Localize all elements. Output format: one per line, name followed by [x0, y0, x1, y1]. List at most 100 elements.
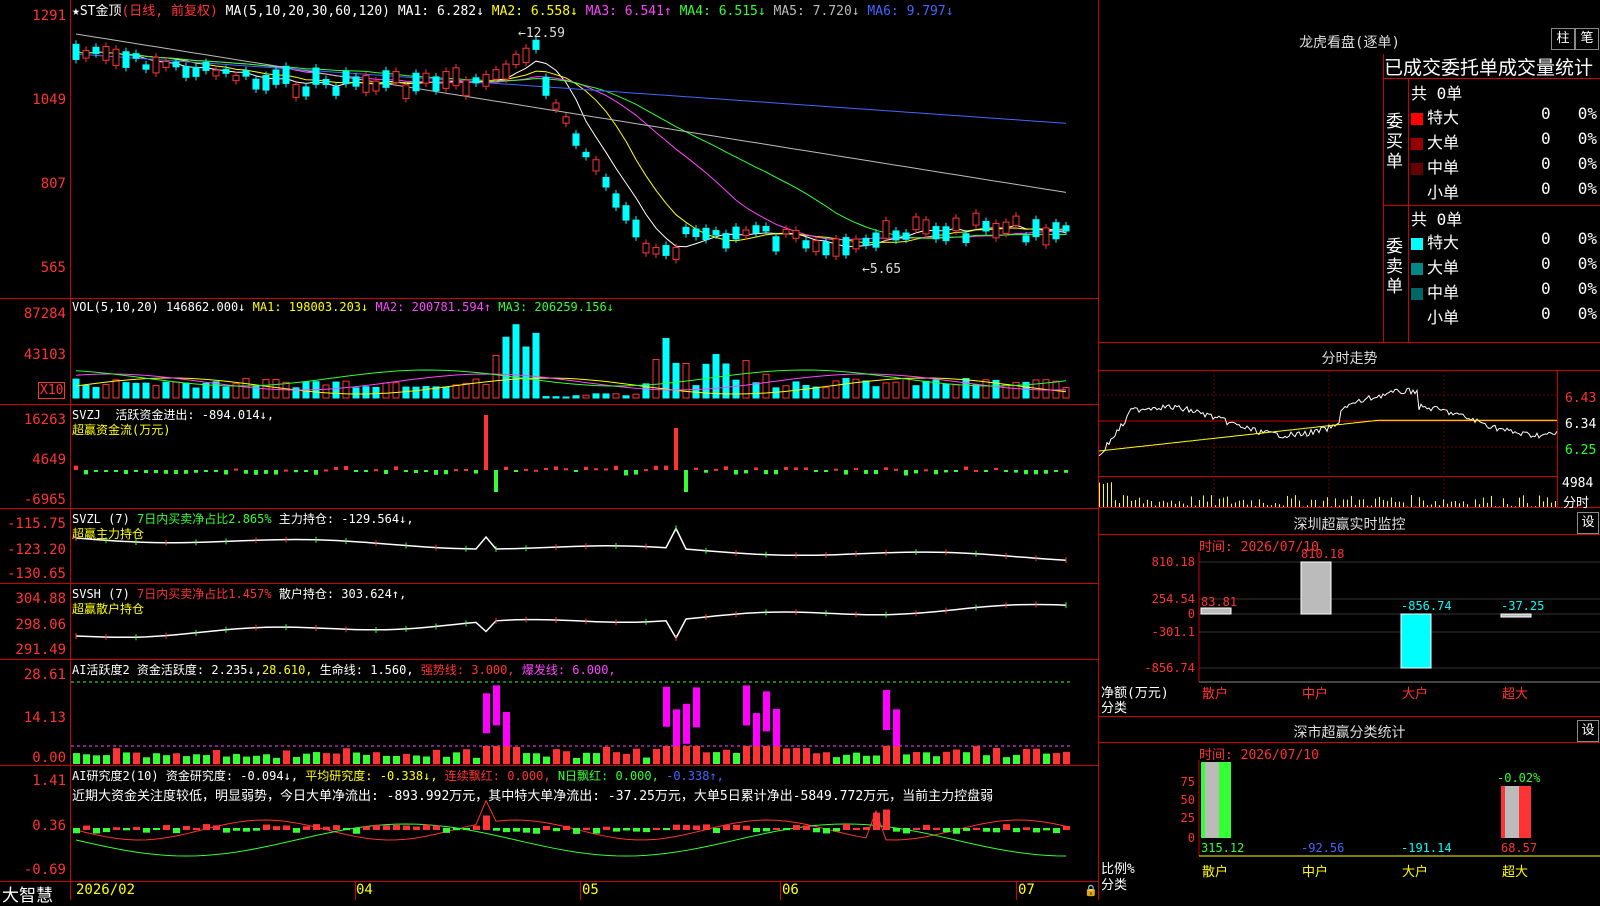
ma-line-3	[76, 52, 1066, 240]
candle-body	[923, 220, 929, 234]
flow-bar	[594, 468, 598, 470]
volume-bar	[533, 333, 539, 398]
flow-bar	[694, 468, 698, 470]
candle-body	[453, 68, 459, 86]
intraday-vol-bar	[1387, 501, 1388, 507]
volume-bar	[383, 383, 389, 398]
vol-unit-badge: X10	[38, 382, 65, 399]
intraday-vol-bar	[1431, 504, 1432, 507]
ai-active-y-tick: 14.13	[0, 710, 66, 726]
flow-bar	[1024, 470, 1028, 474]
candle-body	[693, 229, 699, 237]
active-bar	[703, 752, 710, 764]
lock-icon[interactable]: 🔒	[1084, 884, 1098, 897]
candle-body	[263, 75, 269, 90]
flow-bar	[444, 470, 448, 474]
volume-bar	[273, 380, 279, 398]
candle-body	[773, 237, 779, 251]
research-bar	[143, 828, 150, 833]
intraday-vol-bar	[1367, 506, 1368, 507]
volume-bar	[483, 384, 489, 398]
ai-active-y-tick: 28.61	[0, 667, 66, 683]
candle-body	[213, 70, 219, 76]
flow-bar	[984, 470, 988, 472]
volume-bar	[163, 382, 169, 398]
candle-body	[893, 231, 899, 240]
intraday-vol-bar	[1423, 501, 1424, 507]
flow-bar	[664, 466, 668, 470]
intraday-vol-bar	[1503, 498, 1504, 507]
flow-bar	[1044, 470, 1048, 474]
intraday-vol-bar	[1151, 501, 1152, 507]
tick-mode-button[interactable]: 笔	[1575, 28, 1599, 50]
candle-body	[373, 81, 379, 91]
candle-body	[633, 220, 639, 237]
active-bar	[633, 749, 640, 764]
color-swatch	[1411, 238, 1423, 250]
volume-bar	[103, 385, 109, 398]
row-value: 0	[1541, 104, 1551, 123]
volume-bar	[223, 387, 229, 398]
flow-bar	[834, 469, 838, 471]
candle-body	[683, 227, 689, 233]
ai-research-y-tick: -0.69	[0, 862, 66, 878]
flow-bar	[954, 470, 958, 472]
active-bar	[513, 747, 520, 764]
flow-bar	[324, 469, 328, 471]
research-bar	[1033, 828, 1040, 832]
research-bar	[523, 828, 530, 833]
intraday-vol-bar	[1207, 502, 1208, 507]
svzj-y-tick: 16263	[0, 412, 66, 428]
intraday-vol-bar	[1419, 497, 1420, 507]
flow-bar	[974, 470, 978, 472]
intraday-vol-bar	[1555, 501, 1556, 507]
flow-bar	[734, 470, 738, 475]
active-bar	[453, 752, 460, 764]
volume-bar	[563, 397, 569, 398]
monitor-bar-value: -37.25	[1501, 599, 1544, 613]
brand-label[interactable]: 大智慧	[2, 881, 53, 906]
intraday-vol-bar	[1307, 505, 1308, 507]
active-bar	[853, 753, 860, 764]
candlestick-chart[interactable]	[71, 14, 1097, 296]
sell-total: 共 0单	[1411, 206, 1462, 230]
active-bar	[953, 750, 960, 764]
intraday-vol-bar	[1519, 498, 1520, 507]
volume-bar	[963, 379, 969, 398]
intraday-vol-bar	[1231, 504, 1232, 507]
active-bar	[983, 755, 990, 764]
flow-bar	[634, 470, 638, 475]
monitor-bar	[1301, 562, 1331, 614]
intraday-vol-bar	[1483, 498, 1484, 507]
bar-mode-button[interactable]: 柱	[1551, 28, 1575, 50]
candle-body	[473, 78, 479, 83]
research-bar	[83, 826, 90, 830]
flow-bar	[784, 467, 788, 470]
flow-bar	[724, 466, 728, 470]
row-value: 0	[1541, 254, 1551, 273]
research-bar	[363, 826, 370, 830]
flow-bar	[1034, 470, 1038, 474]
active-bar	[1043, 754, 1050, 764]
flow-bar	[614, 466, 618, 470]
candle-body	[423, 73, 429, 83]
svsh-y-tick: 304.88	[0, 591, 66, 607]
intraday-vol-bar	[1299, 500, 1300, 507]
sz-monitor-settings-button[interactable]: 设	[1577, 512, 1599, 534]
research-bar	[373, 825, 380, 830]
sell-row: 中单00%	[1411, 279, 1597, 303]
intraday-chart[interactable]	[1099, 371, 1557, 507]
active-bar	[223, 757, 230, 764]
active-bar	[603, 747, 610, 764]
intraday-vol-bar	[1235, 502, 1236, 507]
stats-top-label: -0.02%	[1497, 771, 1541, 785]
intraday-vol-bar	[1111, 482, 1112, 507]
active-bar-hi	[743, 685, 750, 725]
intraday-vol-bar	[1251, 500, 1252, 507]
flow-bar	[214, 470, 218, 472]
row-value: 0	[1541, 179, 1551, 198]
chart-area[interactable]: ★ST金顶(日线, 前复权) MA(5,10,20,30,60,120) MA1…	[0, 0, 1098, 900]
active-bar	[403, 754, 410, 764]
sz-stats-settings-button[interactable]: 设	[1577, 720, 1599, 742]
intraday-vol-bar	[1347, 500, 1348, 507]
